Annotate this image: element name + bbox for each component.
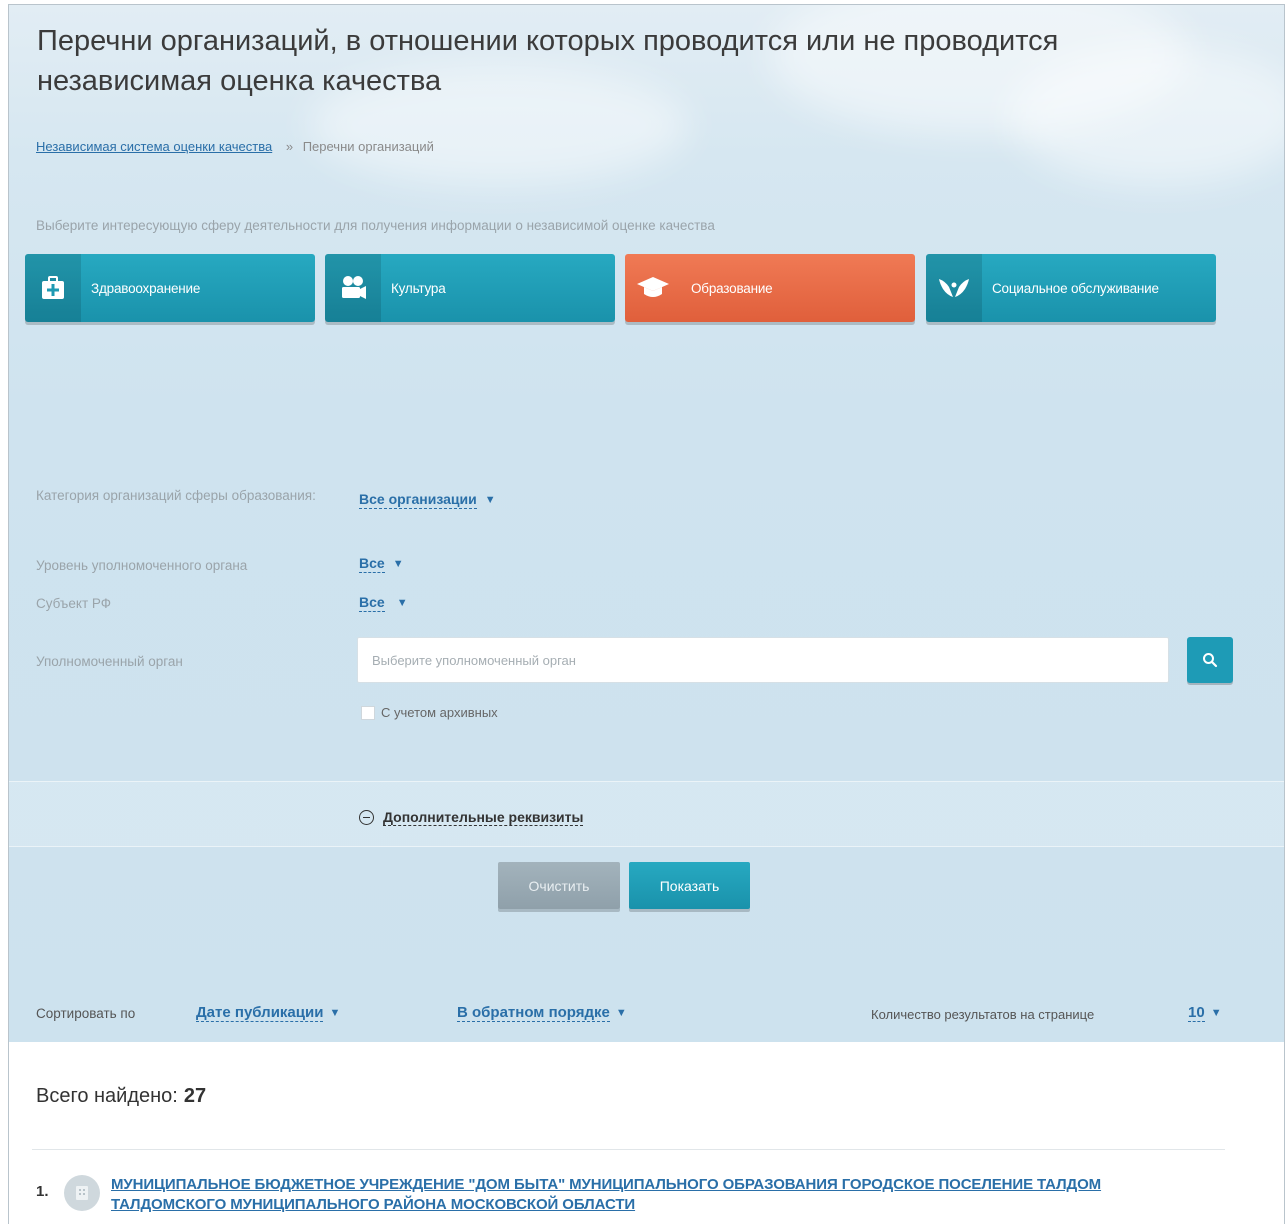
sphere-healthcare-label: Здравоохранение — [91, 280, 201, 296]
chevron-down-icon: ▼ — [1210, 1007, 1222, 1019]
sort-by-value: Дате публикации — [196, 1004, 324, 1022]
sphere-education-button[interactable]: Образование — [625, 254, 915, 322]
chevron-down-icon: ▼ — [392, 558, 404, 570]
authority-input[interactable] — [357, 637, 1169, 683]
subject-dropdown-value: Все — [359, 594, 385, 612]
category-dropdown[interactable]: Все организации ▼ — [359, 491, 496, 509]
minus-circle-icon — [359, 810, 374, 825]
chevron-down-icon: ▼ — [615, 1007, 627, 1019]
sphere-hint: Выберите интересующую сферу деятельности… — [36, 218, 715, 233]
chevron-down-icon: ▼ — [329, 1007, 341, 1019]
film-camera-icon — [325, 254, 381, 322]
sphere-culture-button[interactable]: Культура — [325, 254, 615, 322]
sort-label: Сортировать по — [36, 1006, 136, 1021]
breadcrumb-root-link[interactable]: Независимая система оценки качества — [36, 139, 272, 154]
category-dropdown-value: Все организации — [359, 491, 477, 509]
subject-dropdown[interactable]: Все ▼ — [359, 594, 408, 612]
results-divider — [32, 1149, 1225, 1150]
list-item: 1. МУНИЦИПАЛЬНОЕ БЮДЖЕТНОЕ УЧРЕЖДЕНИЕ "Д… — [36, 1175, 1141, 1215]
authority-label: Уполномоченный орган — [36, 654, 183, 669]
breadcrumb-separator: » — [285, 139, 294, 154]
level-label: Уровень уполномоченного органа — [36, 558, 248, 573]
results-found-label: Всего найдено: — [36, 1085, 178, 1107]
result-organization-link[interactable]: МУНИЦИПАЛЬНОЕ БЮДЖЕТНОЕ УЧРЕЖДЕНИЕ "ДОМ … — [111, 1175, 1141, 1215]
results-found-count: 27 — [183, 1085, 207, 1107]
subject-label: Субъект РФ — [36, 596, 111, 611]
archive-checkbox-label: С учетом архивных — [381, 705, 498, 720]
category-label: Категория организаций сферы образования: — [36, 488, 316, 503]
sort-order-dropdown[interactable]: В обратном порядке ▼ — [457, 1004, 627, 1022]
per-page-label: Количество результатов на странице — [871, 1007, 1095, 1022]
hands-icon — [926, 254, 982, 322]
chevron-down-icon: ▼ — [484, 494, 496, 506]
result-number: 1. — [36, 1183, 49, 1200]
sort-order-value: В обратном порядке — [457, 1004, 610, 1022]
organization-logo-icon — [64, 1175, 100, 1211]
medkit-icon — [25, 254, 81, 322]
breadcrumb-current: Перечни организаций — [302, 139, 434, 154]
per-page-value: 10 — [1188, 1004, 1205, 1022]
page-frame: Перечни организаций, в отношении которых… — [8, 4, 1285, 1224]
clear-button[interactable]: Очистить — [498, 862, 620, 909]
sphere-culture-label: Культура — [391, 280, 446, 296]
breadcrumb: Независимая система оценки качества » Пе… — [36, 139, 434, 154]
extra-requisites-label: Дополнительные реквизиты — [383, 809, 584, 826]
level-dropdown[interactable]: Все ▼ — [359, 555, 404, 573]
sphere-social-button[interactable]: Социальное обслуживание — [926, 254, 1216, 322]
archive-checkbox-row[interactable]: С учетом архивных — [361, 705, 498, 720]
page-title: Перечни организаций, в отношении которых… — [37, 25, 1059, 97]
results-found: Всего найдено: 27 — [36, 1085, 206, 1108]
sphere-healthcare-button[interactable]: Здравоохранение — [25, 254, 315, 322]
sphere-education-label: Образование — [691, 280, 773, 296]
graduation-cap-icon — [625, 254, 681, 322]
archive-checkbox[interactable] — [361, 705, 375, 720]
level-dropdown-value: Все — [359, 555, 385, 573]
sphere-social-label: Социальное обслуживание — [992, 280, 1159, 296]
show-button[interactable]: Показать — [629, 862, 750, 909]
chevron-down-icon: ▼ — [396, 597, 408, 609]
search-icon — [1203, 653, 1218, 668]
sort-by-dropdown[interactable]: Дате публикации ▼ — [196, 1004, 340, 1022]
per-page-dropdown[interactable]: 10 ▼ — [1188, 1004, 1222, 1022]
extra-band — [9, 781, 1284, 847]
authority-search-button[interactable] — [1187, 637, 1233, 683]
extra-requisites-toggle[interactable]: Дополнительные реквизиты — [359, 809, 584, 826]
